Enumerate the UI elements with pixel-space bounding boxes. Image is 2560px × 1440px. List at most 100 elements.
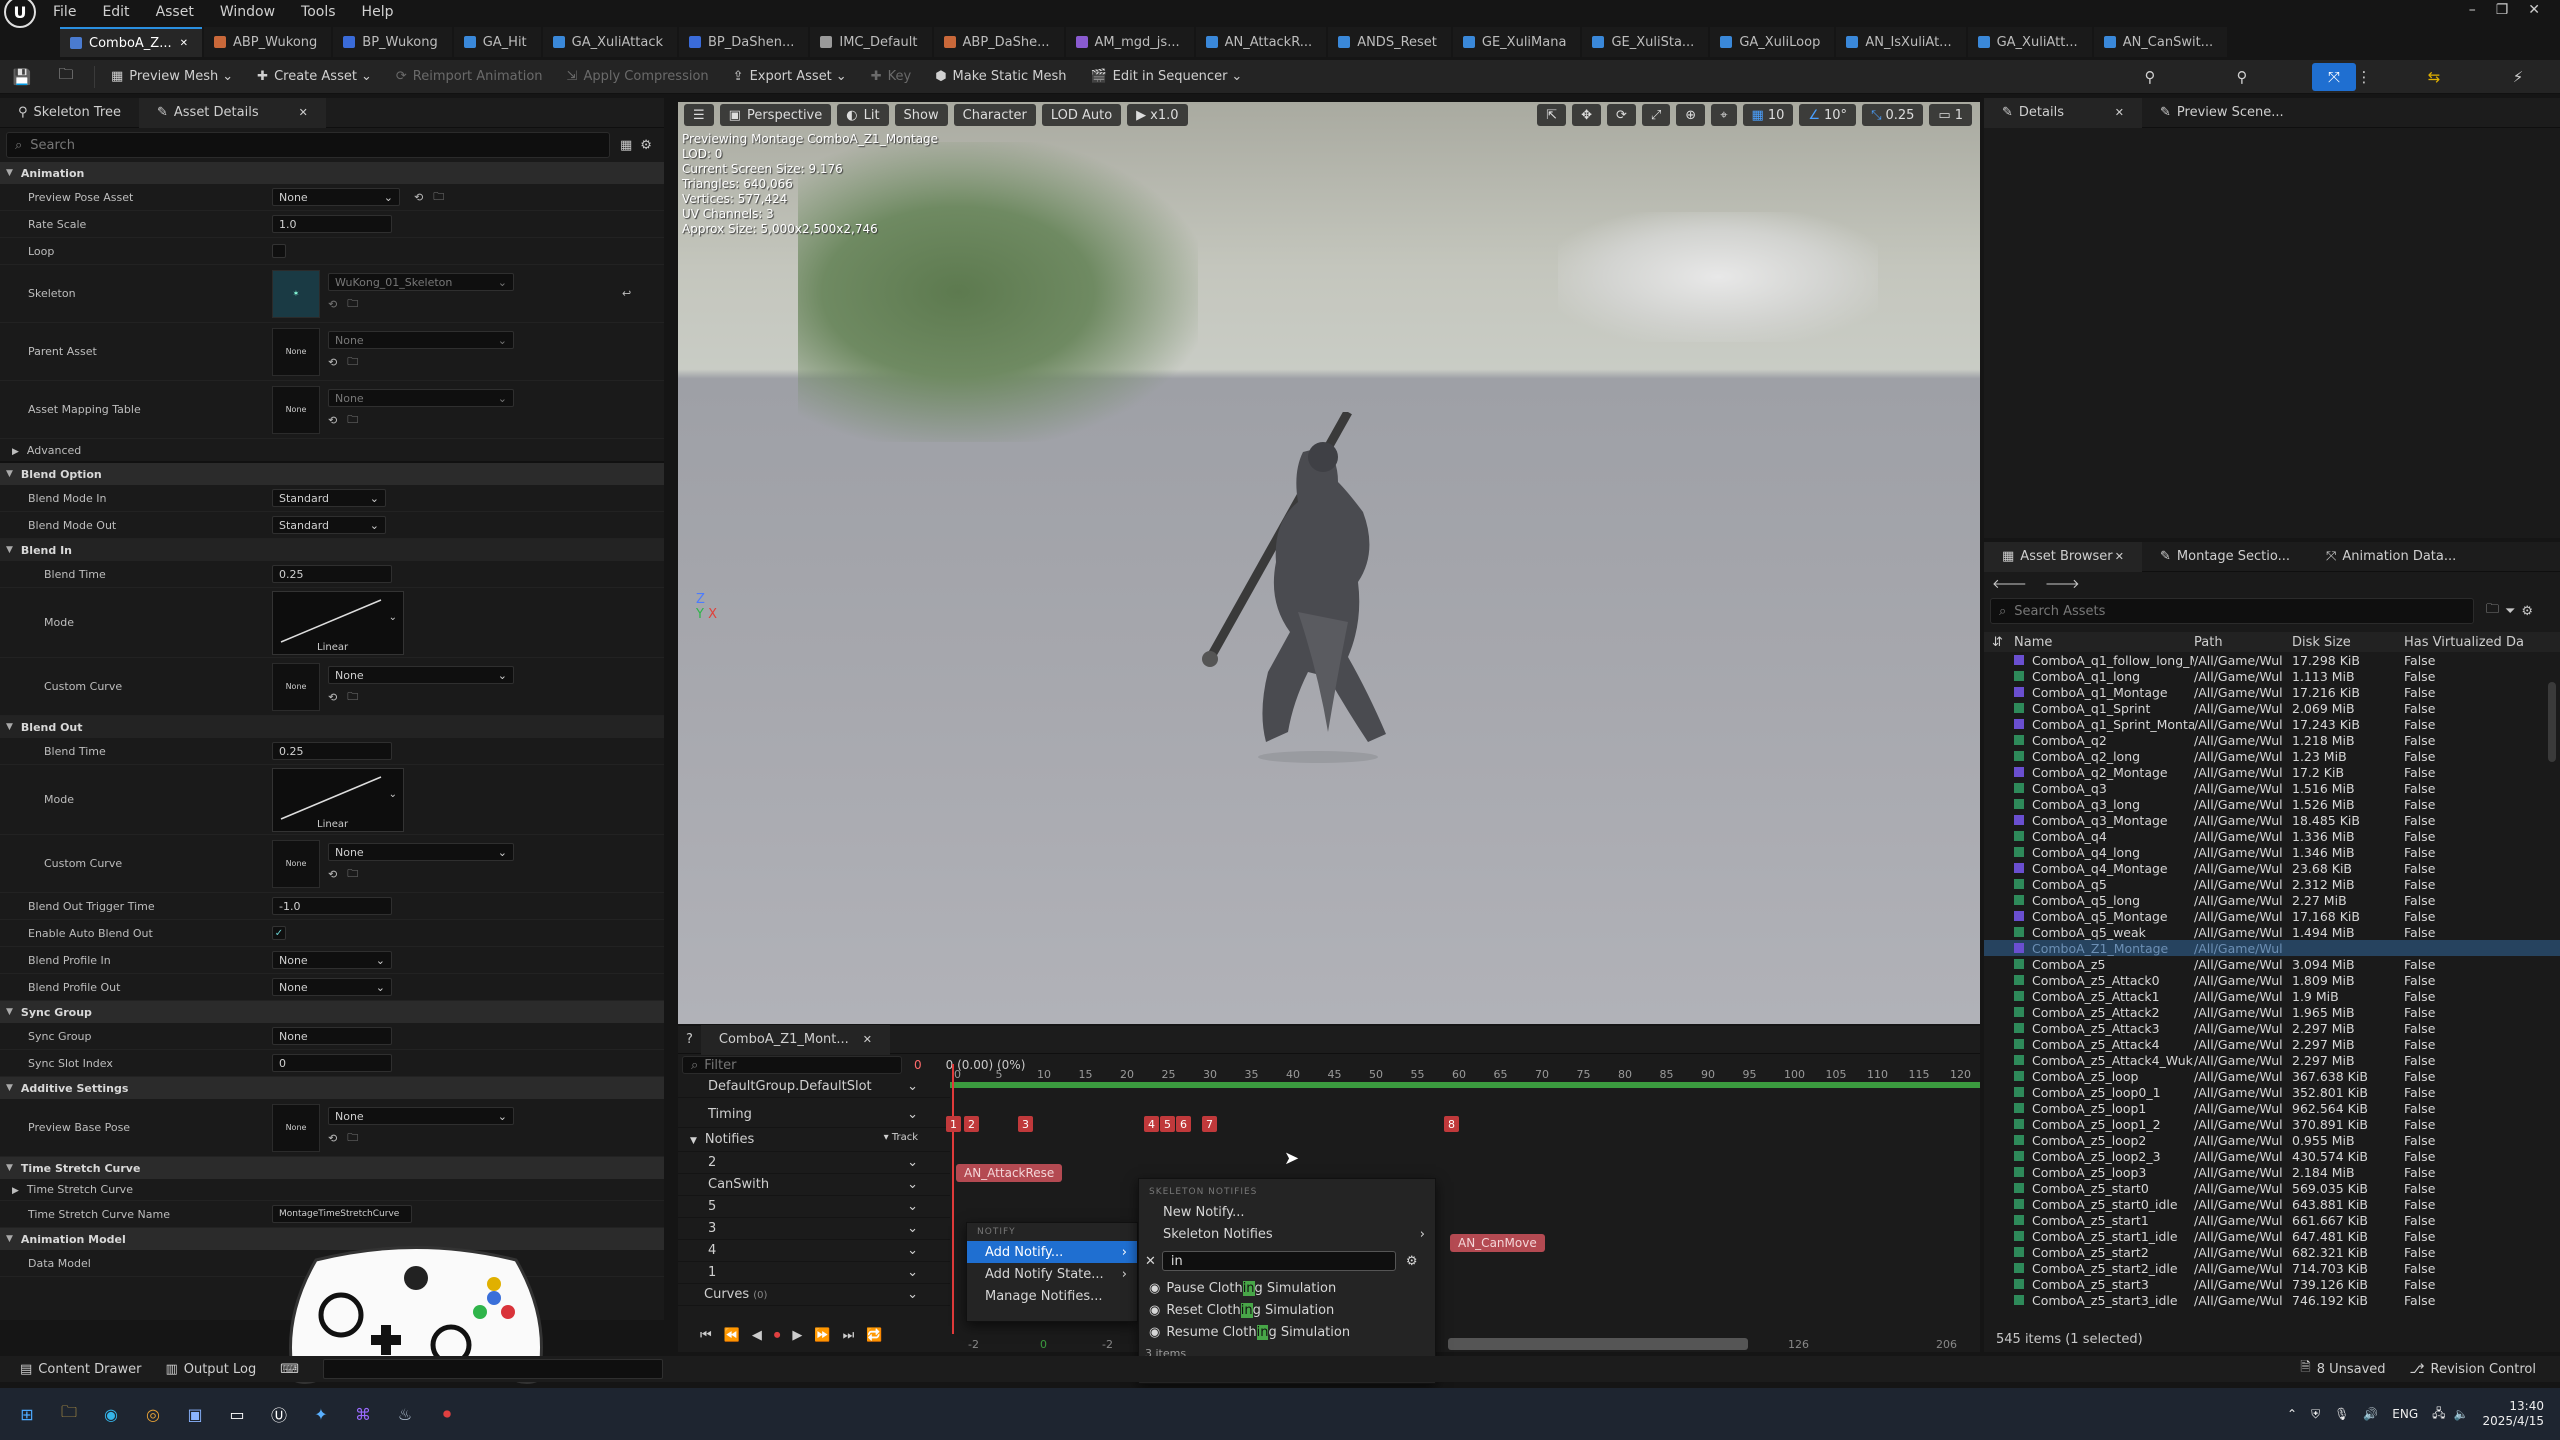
content-drawer-button[interactable]: ▤ Content Drawer	[10, 1355, 151, 1383]
blend-in-curve-thumbnail[interactable]: None	[272, 662, 320, 711]
parent-asset-thumbnail[interactable]: None	[272, 327, 320, 376]
rotate-tool-icon[interactable]: ⟳	[1606, 104, 1636, 126]
record-icon[interactable]: ⏺	[774, 1328, 781, 1343]
clear-search-icon[interactable]: ✕	[1145, 1254, 1156, 1269]
surface-snap-icon[interactable]: ⌖	[1711, 104, 1737, 126]
col-has-virtualized[interactable]: Has Virtualized Da	[2404, 635, 2524, 650]
mesh-mode-icon[interactable]: ⚲	[2220, 63, 2264, 91]
asset-row[interactable]: ComboA_z5/All/Game/Wul 3.094 MiB False	[1984, 956, 2560, 972]
close-asset-browser-icon[interactable]: ✕	[2115, 550, 2124, 563]
step-forward-icon[interactable]: ⏩	[814, 1328, 830, 1343]
asset-row[interactable]: ComboA_z5_start0/All/Game/Wul 569.035 KiB…	[1984, 1180, 2560, 1196]
asset-row[interactable]: ComboA_q3_long/All/Game/Wul 1.526 MiB Fals…	[1984, 796, 2560, 812]
help-icon[interactable]: ?	[678, 1032, 701, 1047]
asset-row[interactable]: ComboA_q5_Montage/All/Game/Wul 17.168 KiB…	[1984, 908, 2560, 924]
doc-tab-8[interactable]: AM_mgd_js...	[1065, 27, 1194, 57]
keyboard-language[interactable]: ENG	[2392, 1407, 2418, 1421]
doc-tab-6[interactable]: IMC_Default	[810, 27, 932, 57]
menu-asset[interactable]: Asset	[143, 0, 207, 24]
section-blend-out[interactable]: ▼ Blend Out	[0, 716, 664, 738]
filter-columns-icon[interactable]: ⇵	[1984, 635, 2014, 650]
asset-row[interactable]: ComboA_q5/All/Game/Wul 2.312 MiB False	[1984, 876, 2560, 892]
scale-snap-button[interactable]: ⤡ 0.25	[1862, 104, 1924, 126]
mapping-thumbnail[interactable]: None	[272, 385, 320, 434]
asset-row[interactable]: ComboA_q5_weak/All/Game/Wul 1.494 MiB Fals…	[1984, 924, 2560, 940]
track-notifies[interactable]: ▼ Notifies ▾ Track	[678, 1128, 950, 1152]
asset-row[interactable]: ComboA_q5_long/All/Game/Wul 2.27 MiB False	[1984, 892, 2560, 908]
track-curves[interactable]: Curves (0) ⌄	[678, 1284, 950, 1306]
asset-row[interactable]: ComboA_z5_Attack0/All/Game/Wul 1.809 MiB F…	[1984, 972, 2560, 988]
col-path[interactable]: Path	[2194, 635, 2292, 650]
notify-track-4[interactable]: 4 ⌄	[678, 1240, 950, 1262]
notify-result-item[interactable]: ◉ Reset Cloth in g Simulation	[1139, 1299, 1435, 1321]
grid-snap-button[interactable]: ▦ 10	[1742, 104, 1794, 126]
details-search-input[interactable]: ⌕ Search	[6, 132, 610, 158]
asset-row[interactable]: ComboA_z5_Attack3/All/Game/Wul 2.297 MiB F…	[1984, 1020, 2560, 1036]
app-icon[interactable]: ✦	[306, 1399, 336, 1429]
asset-row[interactable]: ComboA_z5_loop1_2/All/Game/Wul 370.891 Ki…	[1984, 1116, 2560, 1132]
blend-out-curve-thumbnail[interactable]: None	[272, 839, 320, 888]
console-input[interactable]	[323, 1359, 664, 1379]
doc-tab-15[interactable]: GA_XuliAtt...	[1967, 27, 2092, 57]
edit-in-sequencer-button[interactable]: 🎬 Edit in Sequencer ⌄	[1080, 63, 1252, 91]
use-base-pose-icon[interactable]: ⟲	[328, 1132, 337, 1145]
timing-marker-8[interactable]: 8	[1444, 1116, 1459, 1132]
output-log-button[interactable]: ▥ Output Log	[155, 1355, 266, 1383]
new-notify-menu-item[interactable]: New Notify...	[1139, 1201, 1435, 1223]
tab-animation-data[interactable]: ⤧ Animation Data...	[2308, 542, 2474, 572]
asset-row[interactable]: ComboA_z5_loop0_1/All/Game/Wul 352.801 Ki…	[1984, 1084, 2560, 1100]
blueprint-mode-icon[interactable]: ⇆	[2412, 63, 2456, 91]
timing-marker-2[interactable]: 2	[964, 1116, 979, 1132]
show-button[interactable]: Show	[894, 104, 948, 126]
menu-window[interactable]: Window	[207, 0, 288, 24]
close-timeline-icon[interactable]: ✕	[863, 1033, 872, 1046]
asset-row[interactable]: ComboA_z5_start1_idle/All/Game/Wul 647.48…	[1984, 1228, 2560, 1244]
volume-icon[interactable]: 🔊	[2363, 1407, 2378, 1421]
tab-asset-browser[interactable]: ▦ Asset Browser ✕	[1984, 541, 2142, 572]
menu-tools[interactable]: Tools	[288, 0, 349, 24]
asset-row[interactable]: ComboA_q2/All/Game/Wul 1.218 MiB False	[1984, 732, 2560, 748]
use-mapping-icon[interactable]: ⟲	[328, 414, 337, 427]
preview-pose-dropdown[interactable]: None ⌄	[272, 188, 400, 206]
browse-icon[interactable]: 🗀	[44, 63, 88, 91]
preview-mesh-button[interactable]: ▦ Preview Mesh ⌄	[101, 63, 243, 91]
asset-row[interactable]: ComboA_q2_Montage/All/Game/Wul 17.2 KiB Fa…	[1984, 764, 2560, 780]
skeleton-mode-icon[interactable]: ⚲	[2128, 63, 2172, 91]
base-pose-thumbnail[interactable]: None	[272, 1103, 320, 1152]
blend-mode-out-dropdown[interactable]: Standard ⌄	[272, 516, 386, 534]
asset-row[interactable]: ComboA_z5_loop3/All/Game/Wul 2.184 MiB Fal…	[1984, 1164, 2560, 1180]
menu-help[interactable]: Help	[349, 0, 407, 24]
use-curve-icon[interactable]: ⟲	[328, 691, 337, 704]
asset-row[interactable]: ComboA_q1_long/All/Game/Wul 1.113 MiB Fals…	[1984, 668, 2560, 684]
unreal-taskbar-icon[interactable]: Ⓤ	[264, 1399, 294, 1429]
close-tab-icon[interactable]: ✕	[180, 38, 188, 49]
base-pose-dropdown[interactable]: None ⌄	[328, 1107, 514, 1125]
filter-icon[interactable]: ⏷	[2505, 604, 2515, 619]
lod-button[interactable]: LOD Auto	[1041, 104, 1122, 126]
asset-row[interactable]: ComboA_z5_Attack1/All/Game/Wul 1.9 MiB Fal…	[1984, 988, 2560, 1004]
notify-attack-reset[interactable]: AN_AttackRese	[956, 1164, 1063, 1182]
asset-list-scrollbar[interactable]	[2548, 682, 2556, 762]
browse-curve-icon[interactable]: 🗀	[347, 688, 358, 707]
asset-row[interactable]: ComboA_z5_loop/All/Game/Wul 367.638 KiB Fa…	[1984, 1068, 2560, 1084]
close-tab-icon[interactable]: ✕	[299, 106, 308, 119]
asset-row[interactable]: ComboA_z5_Attack4/All/Game/Wul 2.297 MiB F…	[1984, 1036, 2560, 1052]
restore-icon[interactable]: ❐	[2486, 2, 2519, 18]
asset-row[interactable]: ComboA_z5_start2/All/Game/Wul 682.321 KiB…	[1984, 1244, 2560, 1260]
browse-mapping-icon[interactable]: 🗀	[347, 411, 358, 430]
network-icon[interactable]: 🖧	[2432, 1404, 2445, 1425]
asset-row[interactable]: ComboA_Z1_Montage/All/Game/Wul	[1984, 940, 2560, 956]
asset-row[interactable]: ComboA_q3/All/Game/Wul 1.516 MiB False	[1984, 780, 2560, 796]
grid-view-icon[interactable]: ▦	[620, 138, 632, 153]
doc-tab-2[interactable]: BP_Wukong	[333, 27, 452, 57]
mapping-dropdown[interactable]: None ⌄	[328, 389, 514, 407]
asset-row[interactable]: ComboA_z5_Attack2/All/Game/Wul 1.965 MiB F…	[1984, 1004, 2560, 1020]
cmd-button[interactable]: ⌨	[270, 1355, 309, 1383]
visual-studio-icon[interactable]: ⌘	[348, 1399, 378, 1429]
section-advanced[interactable]: ▶ Advanced	[0, 439, 664, 463]
blend-mode-in-dropdown[interactable]: Standard ⌄	[272, 489, 386, 507]
notify-track-3[interactable]: 3 ⌄	[678, 1218, 950, 1240]
animation-mode-icon[interactable]: ⤧	[2312, 63, 2356, 91]
doc-tab-9[interactable]: AN_AttackR...	[1195, 27, 1327, 57]
asset-row[interactable]: ComboA_q3_Montage/All/Game/Wul 18.485 KiB…	[1984, 812, 2560, 828]
